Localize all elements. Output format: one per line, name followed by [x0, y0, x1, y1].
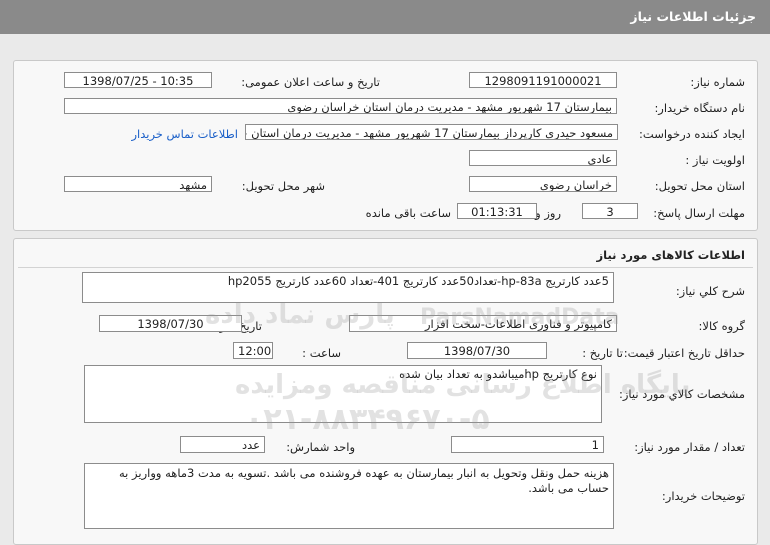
watermark-line1: پایگاه اطلاع رسانی مناقصه ومزایده [235, 370, 691, 400]
quantity-label: تعداد / مقدار مورد نیاز: [634, 440, 745, 454]
watermark-brand-fa: پارس نماد داده [205, 300, 395, 330]
general-desc-field: 5عدد کارتریج hp-83a-تعداد50عدد کارتریج 4… [82, 272, 614, 303]
quantity-field: 1 [451, 436, 604, 453]
until-date-field: 1398/07/30 [407, 342, 547, 359]
buyer-notes-label: توضیحات خریدار: [661, 489, 745, 503]
city-field: مشهد [64, 176, 212, 192]
need-number-field: 1298091191000021 [469, 72, 617, 88]
deadline-label: مهلت ارسال پاسخ: [653, 206, 745, 220]
buyer-field: بیمارستان 17 شهریور مشهد - مدیریت درمان … [64, 98, 617, 114]
header-bar: جزئیات اطلاعات نیاز [0, 0, 770, 34]
section-divider [18, 267, 753, 268]
days-field: 3 [582, 203, 638, 219]
price-validity-label: حداقل تاریخ اعتبار قیمت: [623, 346, 745, 360]
need-number-label: شماره نیاز: [690, 75, 745, 89]
creator-field: مسعود حیدری کارپرداز بیمارستان 17 شهریور… [245, 124, 618, 140]
buyer-label: نام دستگاه خریدار: [654, 101, 745, 115]
page-title: جزئیات اطلاعات نیاز [630, 9, 756, 24]
unit-field: عدد [180, 436, 265, 453]
days-unit: روز و [535, 206, 561, 220]
city-label: شهر محل تحویل: [241, 179, 325, 193]
buyer-notes-field: هزینه حمل ونقل وتحویل به انبار بیمارستان… [84, 463, 614, 529]
announce-label: تاریخ و ساعت اعلان عمومی: [241, 75, 380, 89]
remaining-text: ساعت باقی مانده [365, 206, 451, 220]
hour-field: 12:00 [233, 342, 273, 359]
general-desc-label: شرح کلي نیاز: [675, 284, 745, 298]
creator-label: ایجاد کننده درخواست: [639, 127, 745, 141]
goods-group-label: گروه کالا: [698, 319, 745, 333]
time-remaining-field: 01:13:31 [457, 203, 537, 219]
goods-section-title: اطلاعات کالاهای مورد نیاز [596, 248, 745, 262]
priority-field: عادي [469, 150, 617, 166]
priority-label: اولویت نیاز : [685, 153, 745, 167]
watermark-brand-en: ParsNamadData [420, 305, 620, 330]
need-info-panel: شماره نیاز: 1298091191000021 تاریخ و ساع… [13, 60, 758, 231]
announce-field: 1398/07/25 - 10:35 [64, 72, 212, 88]
hour-label: ساعت : [302, 346, 341, 360]
province-label: استان محل تحویل: [654, 179, 745, 193]
province-field: خراسان رضوی [469, 176, 617, 192]
buyer-contact-link[interactable]: اطلاعات تماس خریدار [131, 127, 238, 141]
watermark-line2: ۰۲۱-۸۸۳۴۹۶۷۰-۵ [245, 402, 490, 437]
until-date-label: تا تاریخ : [582, 346, 623, 360]
unit-label: واحد شمارش: [286, 440, 355, 454]
